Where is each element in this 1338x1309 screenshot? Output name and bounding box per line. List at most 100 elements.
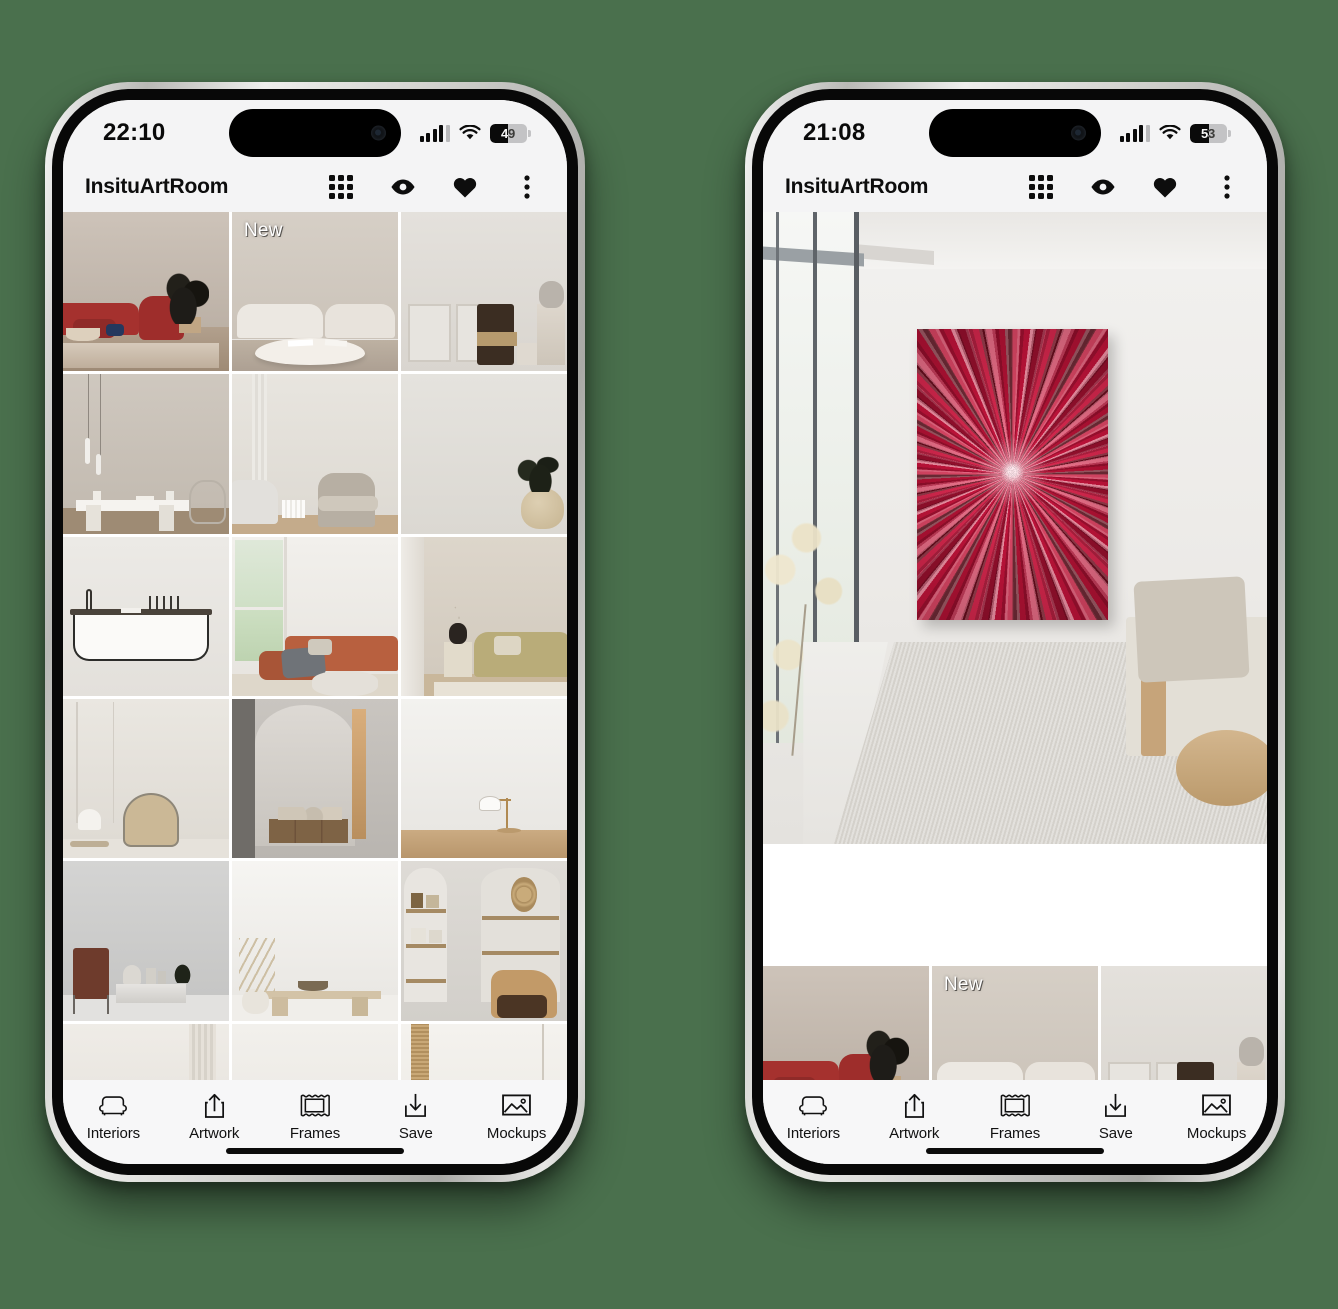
tab-artwork[interactable]: Artwork [864,1090,965,1142]
list-item[interactable] [401,861,567,1021]
list-item[interactable] [63,699,229,859]
list-item[interactable] [763,966,929,1080]
list-item[interactable] [63,536,229,697]
download-icon [403,1090,428,1120]
tab-label: Frames [989,1125,1041,1142]
share-up-icon [902,1090,927,1120]
phone-bezel: 22:10 49 InsituArtRoom New Interiors Art… [52,89,578,1175]
list-item[interactable] [401,212,567,372]
status-indicators: 53 [1119,120,1231,143]
status-time: 21:08 [803,119,866,146]
phone-device-gallery: 22:10 49 InsituArtRoom New Interiors Art… [45,82,585,1182]
tab-artwork[interactable]: Artwork [164,1090,265,1142]
app-title: InsituArtRoom [85,175,229,198]
status-badge: New [944,974,983,995]
tab-mockups[interactable]: Mockups [1166,1090,1267,1142]
phone-screen-preview: 21:08 53 InsituArtRoom New Interiors Art… [763,100,1267,1164]
app-bar-actions [1027,173,1241,201]
list-item[interactable] [232,536,398,697]
list-item[interactable] [401,699,567,859]
status-badge: New [244,220,283,241]
list-item[interactable] [401,1023,567,1080]
artwork-canvas[interactable] [916,328,1109,620]
tab-frames[interactable]: Frames [265,1090,366,1142]
tab-label: Interiors [786,1125,841,1142]
tab-interiors[interactable]: Interiors [763,1090,864,1142]
thumbnail-grid: New [63,212,567,1080]
app-bar: InsituArtRoom [763,162,1267,212]
grid-view-icon[interactable] [327,173,355,201]
status-time: 22:10 [103,119,166,146]
tab-label: Frames [289,1125,341,1142]
battery-cap [1228,129,1231,137]
more-vertical-icon[interactable] [513,173,541,201]
cellular-signal-icon [1119,124,1150,142]
tab-label: Interiors [86,1125,141,1142]
eye-icon[interactable] [1089,173,1117,201]
armchair-icon [97,1090,129,1120]
heart-icon[interactable] [451,173,479,201]
artwork-preview-pane[interactable]: New [763,212,1267,1080]
list-item[interactable] [401,536,567,697]
cellular-signal-icon [419,124,450,142]
more-vertical-icon[interactable] [1213,173,1241,201]
thumbnail-grid: New [763,966,1267,1080]
battery-percent: 53 [1200,125,1216,141]
frame-icon [299,1090,331,1120]
preview-spacer [763,844,1267,966]
list-item[interactable] [232,1023,398,1080]
list-item[interactable] [1101,966,1267,1080]
share-up-icon [202,1090,227,1120]
tab-label: Mockups [486,1125,547,1142]
home-indicator[interactable] [226,1148,404,1154]
list-item[interactable] [63,861,229,1021]
battery-icon: 49 [489,123,531,143]
interiors-gallery[interactable]: New [63,212,567,1080]
list-item[interactable] [63,1023,229,1080]
app-bar: InsituArtRoom [63,162,567,212]
tab-label: Artwork [189,1125,240,1142]
app-title: InsituArtRoom [785,175,929,198]
list-item[interactable]: New [932,966,1098,1080]
battery-icon: 53 [1189,123,1231,143]
tab-mockups[interactable]: Mockups [466,1090,567,1142]
screenshot-stage: 22:10 49 InsituArtRoom New Interiors Art… [0,0,1338,1309]
dynamic-island [929,109,1101,157]
status-bar: 21:08 53 [763,100,1267,162]
image-icon [501,1090,532,1120]
front-camera-icon [371,125,386,141]
tab-save[interactable]: Save [365,1090,466,1142]
battery-percent: 49 [500,125,516,141]
grid-view-icon[interactable] [1027,173,1055,201]
eye-icon[interactable] [389,173,417,201]
status-bar: 22:10 49 [63,100,567,162]
dynamic-island [229,109,401,157]
list-item[interactable] [63,212,229,372]
front-camera-icon [1071,125,1086,141]
tab-label: Mockups [1186,1125,1247,1142]
list-item[interactable] [232,861,398,1021]
heart-icon[interactable] [1151,173,1179,201]
list-item[interactable] [63,374,229,534]
download-icon [1103,1090,1128,1120]
tab-label: Artwork [889,1125,940,1142]
armchair-icon [797,1090,829,1120]
list-item[interactable]: New [232,212,398,372]
wifi-icon [1158,125,1181,141]
list-item[interactable] [232,374,398,534]
tab-frames[interactable]: Frames [965,1090,1066,1142]
phone-screen-gallery: 22:10 49 InsituArtRoom New Interiors Art… [63,100,567,1164]
wifi-icon [458,125,481,141]
list-item[interactable] [401,374,567,534]
status-indicators: 49 [419,120,531,143]
frame-icon [999,1090,1031,1120]
image-icon [1201,1090,1232,1120]
tab-save[interactable]: Save [1065,1090,1166,1142]
home-indicator[interactable] [926,1148,1104,1154]
phone-device-preview: 21:08 53 InsituArtRoom New Interiors Art… [745,82,1285,1182]
list-item[interactable] [232,699,398,859]
tab-interiors[interactable]: Interiors [63,1090,164,1142]
room-preview-image[interactable] [763,212,1267,844]
app-bar-actions [327,173,541,201]
tab-label: Save [1098,1125,1133,1142]
